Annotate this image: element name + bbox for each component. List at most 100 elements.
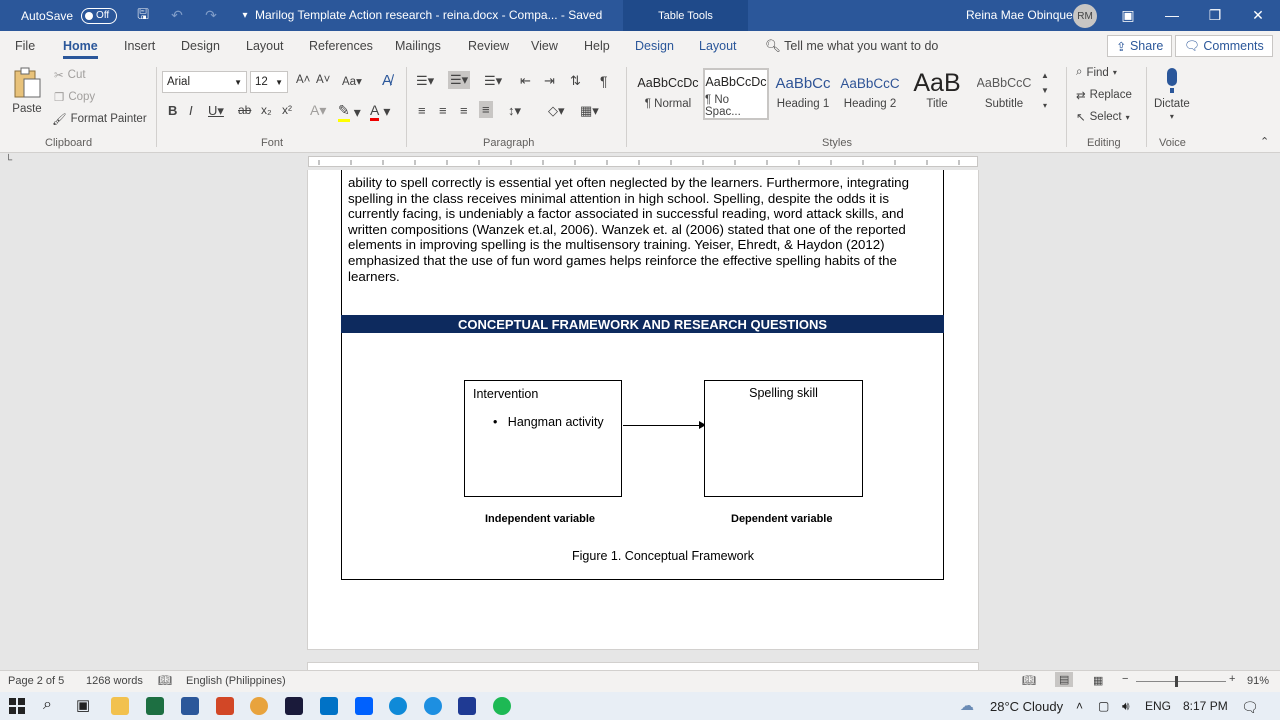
font-family-select[interactable]: Arial ▼ [162,71,247,93]
edge-icon[interactable] [389,697,407,715]
word-icon[interactable] [181,697,199,715]
read-mode-icon[interactable]: 📖︎ [1022,674,1036,687]
bold-button[interactable]: B [168,103,177,118]
autosave-toggle[interactable]: Off [81,7,118,24]
style-heading-1[interactable]: AaBbCc Heading 1 [770,68,836,120]
search-icon[interactable]: ⌕ [43,696,52,714]
chrome-icon[interactable] [250,697,268,715]
ribbon-display-icon[interactable]: ▣ [1116,4,1140,26]
tab-mailings[interactable]: Mailings [395,39,441,53]
bluetooth-icon[interactable] [424,697,442,715]
align-center-icon[interactable]: ≡ [439,103,447,118]
borders-icon[interactable]: ▦▾ [580,103,599,119]
zoom-level[interactable]: 91% [1247,675,1269,687]
style-subtitle[interactable]: AaBbCcC Subtitle [971,68,1037,120]
body-paragraph[interactable]: ability to spell correctly is essential … [348,175,937,284]
redo-icon[interactable]: ↷ [203,7,219,24]
network-icon[interactable]: ▢ [1098,699,1109,713]
tab-layout[interactable]: Layout [246,39,284,53]
style-title[interactable]: AaB Title [904,68,970,120]
powerpoint-icon[interactable] [216,697,234,715]
align-left-icon[interactable]: ≡ [418,103,426,118]
proofing-icon[interactable]: 📖︎ [158,674,172,687]
close-icon[interactable]: ✕ [1246,4,1270,26]
avatar[interactable]: RM [1073,4,1097,28]
shading-icon[interactable]: ◇▾ [548,103,565,119]
increase-indent-icon[interactable]: ⇥ [544,73,555,89]
cut-button[interactable]: ✂ Cut [54,68,86,82]
tab-selector-icon[interactable]: └ [5,155,12,166]
multilevel-list-icon[interactable]: ☰▾ [484,73,502,89]
tab-home[interactable]: Home [63,39,98,59]
decrease-indent-icon[interactable]: ⇤ [520,73,531,89]
user-name[interactable]: Reina Mae Obinque [966,8,1073,22]
word-count[interactable]: 1268 words [86,675,143,687]
superscript-button[interactable]: x² [282,103,292,117]
select-button[interactable]: ↖ Select ▾ [1076,110,1130,124]
replace-button[interactable]: ⇄ Replace [1076,88,1132,102]
notifications-icon[interactable]: 🗨︎ [1241,699,1259,716]
print-layout-icon[interactable]: ▤ [1055,672,1074,687]
zoom-slider-thumb[interactable] [1175,676,1178,687]
restore-icon[interactable]: ❐ [1203,4,1227,26]
font-size-select[interactable]: 12 ▼ [250,71,288,93]
input-language[interactable]: ENG [1145,699,1171,713]
tab-table-design[interactable]: Design [635,39,674,53]
underline-button[interactable]: U▾ [208,103,224,119]
clock[interactable]: 8:17 PM [1183,699,1228,713]
dictate-button[interactable]: Dictate ▾ [1154,66,1190,121]
tab-table-layout[interactable]: Layout [699,39,737,53]
comments-button[interactable]: 🗨︎ Comments [1175,35,1273,57]
customize-qat-icon[interactable]: ▾ [237,8,253,24]
share-button[interactable]: ⇪ Share [1107,35,1173,57]
tab-view[interactable]: View [531,39,558,53]
tab-file[interactable]: File [15,39,35,53]
tell-me-search[interactable]: 🔍︎ Tell me what you want to do [765,39,938,54]
show-marks-icon[interactable]: ¶ [600,73,608,89]
italic-button[interactable]: I [189,103,193,118]
app-icon[interactable] [285,697,303,715]
mail-icon[interactable] [320,697,338,715]
paste-button[interactable]: Paste [12,67,42,115]
document-page[interactable]: ability to spell correctly is essential … [307,170,979,650]
change-case-button[interactable]: Aa▾ [342,74,362,88]
line-spacing-icon[interactable]: ↕▾ [508,103,521,119]
style-heading-2[interactable]: AaBbCcC Heading 2 [837,68,903,120]
align-right-icon[interactable]: ≡ [460,103,468,118]
file-explorer-icon[interactable] [111,697,129,715]
web-layout-icon[interactable]: ▦ [1093,674,1103,687]
dropbox-icon[interactable] [355,697,373,715]
tab-design[interactable]: Design [181,39,220,53]
style-no-spacing[interactable]: AaBbCcDc ¶ No Spac... [703,68,769,120]
styles-scroll[interactable]: ▲ ▼ ▾ [1041,71,1049,110]
sort-icon[interactable]: ⇅ [570,73,581,89]
excel-icon[interactable] [146,697,164,715]
zoom-out-icon[interactable]: − [1122,673,1128,685]
font-color-icon[interactable]: A ▾ [370,102,390,121]
windows-start-icon[interactable] [8,697,26,715]
text-effects-icon[interactable]: A▾ [310,102,326,119]
find-button[interactable]: ⌕ Find ▾ [1076,66,1117,79]
tab-review[interactable]: Review [468,39,509,53]
task-view-icon[interactable]: ▣ [76,696,90,714]
bullets-icon[interactable]: ☰▾ [416,73,434,89]
numbering-icon[interactable]: ☰▾ [448,71,471,89]
tab-help[interactable]: Help [584,39,610,53]
format-painter-button[interactable]: 🖌︎ Format Painter [52,112,147,126]
spelling-skill-box[interactable]: Spelling skill [704,380,863,497]
horizontal-ruler[interactable]: └ [0,153,1280,170]
volume-icon[interactable]: 🔊︎ [1122,699,1130,714]
shrink-font-button[interactable]: A˅ [316,74,330,86]
app-icon[interactable] [458,697,476,715]
grow-font-button[interactable]: A˄ [296,74,310,86]
save-icon[interactable]: 🖫 [135,6,151,24]
collapse-ribbon-icon[interactable]: ⌃ [1260,135,1269,148]
zoom-in-icon[interactable]: + [1229,673,1235,685]
weather-text[interactable]: 28°C Cloudy [990,699,1063,714]
undo-icon[interactable]: ↶ [169,7,185,24]
chevron-up-icon[interactable]: ˄ [1076,699,1083,713]
page-counter[interactable]: Page 2 of 5 [8,675,64,687]
zoom-slider[interactable] [1136,676,1226,687]
clear-formatting-icon[interactable]: A̸ [382,72,392,89]
language-indicator[interactable]: English (Philippines) [186,675,286,687]
